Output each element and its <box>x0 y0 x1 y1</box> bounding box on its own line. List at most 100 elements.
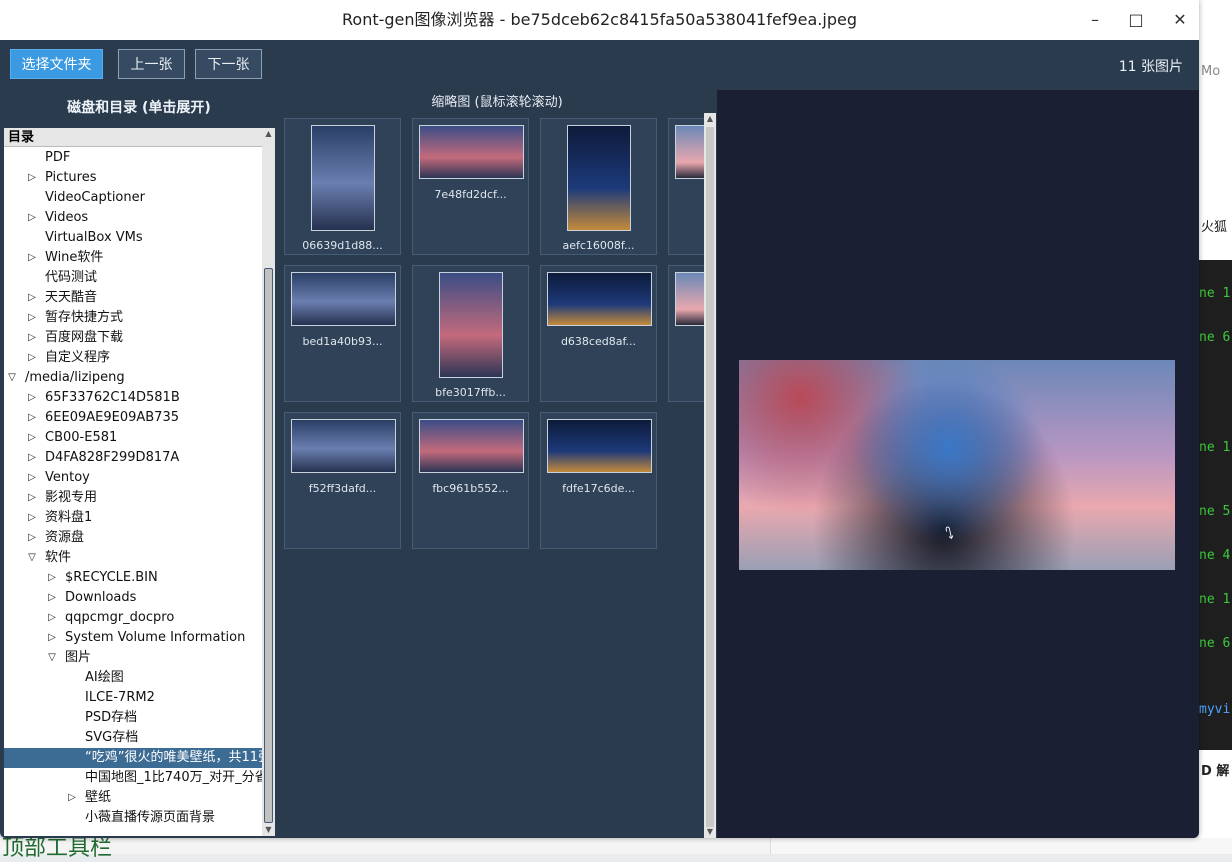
thumbnail-item[interactable]: fbc961b552... <box>412 412 529 549</box>
collapsed-arrow-icon[interactable]: ▷ <box>46 608 58 628</box>
tree-column-header[interactable]: 目录 <box>4 128 262 147</box>
tree-item[interactable]: ▷ 百度网盘下载 <box>4 328 262 348</box>
tree-item-label: 壁纸 <box>85 790 112 805</box>
tree-item[interactable]: ▷ qqpcmgr_docpro <box>4 608 262 628</box>
collapsed-arrow-icon[interactable]: ▷ <box>26 528 38 548</box>
background-code-panel: ne 1 ne 6 ne 1 ne 5 ne 4 ne 1 ne 6 myvi <box>1199 260 1232 750</box>
expanded-arrow-icon[interactable]: ▽ <box>6 368 18 388</box>
tree-item[interactable]: ILCE-7RM2 <box>4 688 262 708</box>
thumbnail-item[interactable]: fdfe17c6de... <box>540 412 657 549</box>
collapsed-arrow-icon[interactable]: ▷ <box>26 208 38 228</box>
tree-item[interactable]: ▷ Ventoy <box>4 468 262 488</box>
tree-scrollbar-thumb[interactable] <box>264 268 273 823</box>
tree-item[interactable]: “吃鸡”很火的唯美壁纸，共11张 <box>4 748 262 768</box>
thumbnail-scrollbar[interactable]: ▲ ▼ <box>704 113 716 838</box>
image-count: 11 张图片 <box>1118 59 1183 75</box>
tree-item[interactable]: ▷ 影视专用 <box>4 488 262 508</box>
title-bar[interactable]: Ront-gen图像浏览器 - be75dceb62c8415fa50a5380… <box>0 0 1199 40</box>
collapsed-arrow-icon[interactable]: ▷ <box>26 488 38 508</box>
thumbnail-item[interactable]: be <box>668 118 704 255</box>
select-folder-button[interactable]: 选择文件夹 <box>10 49 103 79</box>
tree-item[interactable]: PSD存档 <box>4 708 262 728</box>
tree-item[interactable]: PDF <box>4 148 262 168</box>
tree-item[interactable]: SVG存档 <box>4 728 262 748</box>
thumbnail-item[interactable]: df <box>668 265 704 402</box>
tree-item[interactable]: ▽ 软件 <box>4 548 262 568</box>
tree-item[interactable]: 小薇直播传源页面背景 <box>4 808 262 828</box>
scroll-up-icon[interactable]: ▲ <box>262 128 275 140</box>
tree-item[interactable]: ▽ 图片 <box>4 648 262 668</box>
tree-item[interactable]: ▷ $RECYCLE.BIN <box>4 568 262 588</box>
scroll-down-icon[interactable]: ▼ <box>704 826 716 838</box>
code-line: ne 1 <box>1199 592 1231 607</box>
thumbnail-grid[interactable]: 06639d1d88... 7e48fd2dcf... aefc16008f... b… <box>284 116 704 838</box>
tree-item[interactable]: ▷ 资料盘1 <box>4 508 262 528</box>
directory-tree[interactable]: 目录 PDF ▷ Pictures VideoCaptioner ▷ Videos Virt… <box>4 128 262 836</box>
tree-item[interactable]: ▷ 资源盘 <box>4 528 262 548</box>
app-window: Ront-gen图像浏览器 - be75dceb62c8415fa50a5380… <box>0 0 1199 838</box>
tree-item[interactable]: ▷ Downloads <box>4 588 262 608</box>
thumbnail-image <box>547 419 652 473</box>
tree-item[interactable]: ▷ 自定义程序 <box>4 348 262 368</box>
collapsed-arrow-icon[interactable]: ▷ <box>46 588 58 608</box>
collapsed-arrow-icon[interactable]: ▷ <box>26 168 38 188</box>
collapsed-arrow-icon[interactable]: ▷ <box>26 408 38 428</box>
tree-item[interactable]: ▷ 65F33762C14D581B <box>4 388 262 408</box>
tree-rows: PDF ▷ Pictures VideoCaptioner ▷ Videos Virtual… <box>4 148 262 828</box>
minimize-icon[interactable]: – <box>1082 8 1108 32</box>
collapsed-arrow-icon[interactable]: ▷ <box>26 288 38 308</box>
tree-item[interactable]: 中国地图_1比740万_对开_分省 <box>4 768 262 788</box>
background-panel <box>770 838 1232 854</box>
thumbnail-item[interactable]: 7e48fd2dcf... <box>412 118 529 255</box>
collapsed-arrow-icon[interactable]: ▷ <box>46 568 58 588</box>
thumbnail-caption: fbc961b552... <box>432 482 509 495</box>
tree-item[interactable]: ▷ System Volume Information <box>4 628 262 648</box>
collapsed-arrow-icon[interactable]: ▷ <box>26 508 38 528</box>
thumbnail-item[interactable]: f52ff3dafd... <box>284 412 401 549</box>
thumbnail-item[interactable]: d638ced8af... <box>540 265 657 402</box>
background-document: 顶部工具栏 <box>0 836 1232 861</box>
collapsed-arrow-icon[interactable]: ▷ <box>26 448 38 468</box>
thumbnail-item[interactable]: 06639d1d88... <box>284 118 401 255</box>
background-tab-text: Mo <box>1201 64 1221 79</box>
collapsed-arrow-icon[interactable]: ▷ <box>26 248 38 268</box>
thumbnail-image <box>291 419 396 473</box>
tree-item[interactable]: ▷ D4FA828F299D817A <box>4 448 262 468</box>
collapsed-arrow-icon[interactable]: ▷ <box>26 388 38 408</box>
collapsed-arrow-icon[interactable]: ▷ <box>26 468 38 488</box>
expanded-arrow-icon[interactable]: ▽ <box>46 648 58 668</box>
tree-item[interactable]: 代码测试 <box>4 268 262 288</box>
tree-item[interactable]: ▷ 天天酷音 <box>4 288 262 308</box>
tree-item[interactable]: ▷ 壁纸 <box>4 788 262 808</box>
close-icon[interactable]: ✕ <box>1167 8 1193 32</box>
thumbnail-scrollbar-thumb[interactable] <box>706 127 714 827</box>
maximize-icon[interactable]: □ <box>1123 8 1149 32</box>
thumbnail-item[interactable]: bed1a40b93... <box>284 265 401 402</box>
scroll-up-icon[interactable]: ▲ <box>704 113 716 125</box>
scroll-down-icon[interactable]: ▼ <box>262 824 275 836</box>
tree-item[interactable]: VideoCaptioner <box>4 188 262 208</box>
collapsed-arrow-icon[interactable]: ▷ <box>26 308 38 328</box>
thumbnail-image <box>675 125 704 179</box>
tree-item[interactable]: ▷ Wine软件 <box>4 248 262 268</box>
toolbar: 选择文件夹 上一张 下一张 11 张图片 <box>0 40 1199 90</box>
tree-item[interactable]: ▷ Videos <box>4 208 262 228</box>
expanded-arrow-icon[interactable]: ▽ <box>26 548 38 568</box>
tree-scrollbar[interactable]: ▲ ▼ <box>262 128 275 836</box>
tree-item[interactable]: ▽ /media/lizipeng <box>4 368 262 388</box>
tree-item[interactable]: AI绘图 <box>4 668 262 688</box>
tree-item[interactable]: ▷ 6EE09AE9E09AB735 <box>4 408 262 428</box>
thumbnail-item[interactable]: bfe3017ffb... <box>412 265 529 402</box>
tree-item[interactable]: ▷ 暂存快捷方式 <box>4 308 262 328</box>
tree-item[interactable]: ▷ Pictures <box>4 168 262 188</box>
collapsed-arrow-icon[interactable]: ▷ <box>26 348 38 368</box>
tree-item[interactable]: ▷ CB00-E581 <box>4 428 262 448</box>
collapsed-arrow-icon[interactable]: ▷ <box>26 428 38 448</box>
prev-image-button[interactable]: 上一张 <box>118 49 185 79</box>
collapsed-arrow-icon[interactable]: ▷ <box>46 628 58 648</box>
thumbnail-item[interactable]: aefc16008f... <box>540 118 657 255</box>
tree-item[interactable]: VirtualBox VMs <box>4 228 262 248</box>
collapsed-arrow-icon[interactable]: ▷ <box>26 328 38 348</box>
next-image-button[interactable]: 下一张 <box>195 49 262 79</box>
collapsed-arrow-icon[interactable]: ▷ <box>66 788 78 808</box>
